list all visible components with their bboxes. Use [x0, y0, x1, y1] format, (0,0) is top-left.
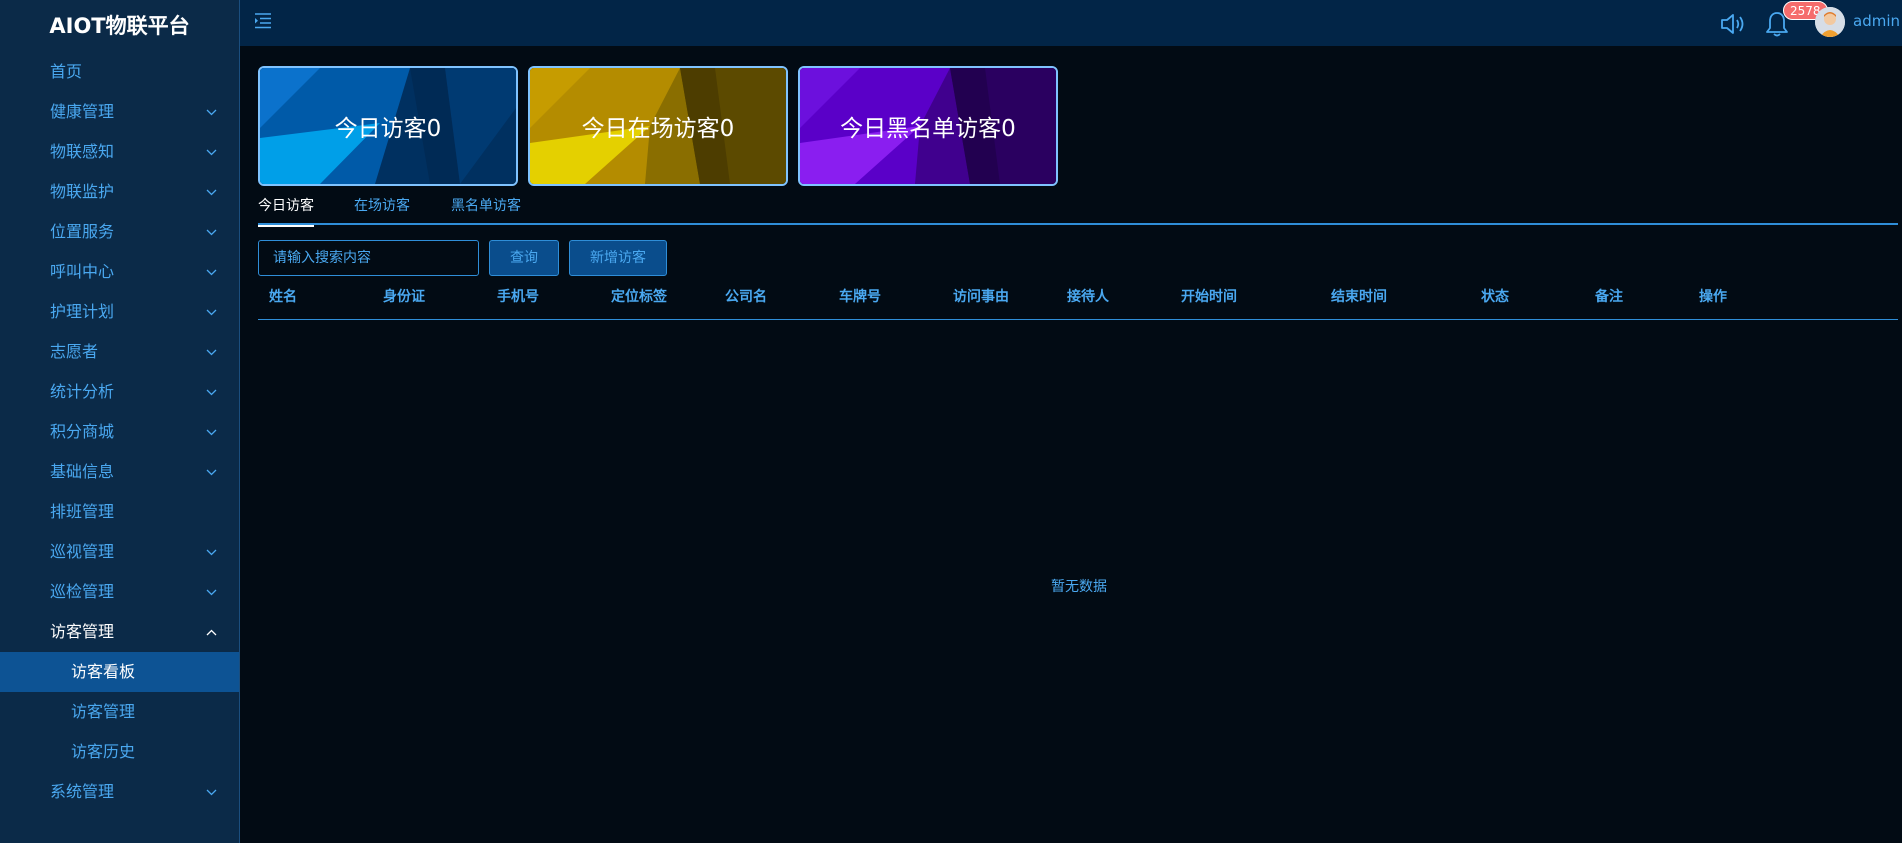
tab-blacklist-visitors[interactable]: 黑名单访客: [451, 194, 521, 225]
chevron-down-icon: [205, 452, 217, 492]
sidebar-item-label: 统计分析: [50, 382, 115, 401]
column-header: 访问事由: [953, 289, 1009, 305]
chevron-down-icon: [205, 92, 217, 132]
sidebar-item-points-mall[interactable]: 积分商城: [0, 412, 239, 452]
column-header: 手机号: [497, 289, 539, 305]
card-label: 今日在场访客0: [581, 116, 735, 142]
sidebar-item-scheduling[interactable]: 排班管理: [0, 492, 239, 532]
sidebar-item-rounds[interactable]: 巡视管理: [0, 532, 239, 572]
sidebar-item-statistics[interactable]: 统计分析: [0, 372, 239, 412]
chevron-down-icon: [205, 572, 217, 612]
sidebar-item-inspection[interactable]: 巡检管理: [0, 572, 239, 612]
column-header: 开始时间: [1181, 289, 1237, 305]
column-header: 公司名: [725, 289, 767, 305]
speaker-icon[interactable]: [1720, 12, 1746, 36]
top-header: 2578 admin: [240, 0, 1902, 46]
column-header: 定位标签: [611, 289, 667, 305]
visitor-tabs: 今日访客 在场访客 黑名单访客: [258, 194, 1898, 227]
chevron-down-icon: [205, 212, 217, 252]
column-header: 状态: [1481, 289, 1509, 305]
sidebar-item-iot-monitoring[interactable]: 物联监护: [0, 172, 239, 212]
column-header: 身份证: [383, 289, 425, 305]
sidebar-item-label: 呼叫中心: [50, 262, 115, 281]
card-label: 今日访客0: [334, 116, 442, 142]
column-header: 结束时间: [1331, 289, 1387, 305]
sidebar-item-label: 巡检管理: [50, 582, 115, 601]
sidebar-item-basic-info[interactable]: 基础信息: [0, 452, 239, 492]
empty-state-text: 暂无数据: [1051, 579, 1107, 595]
sidebar-subitem-label: 访客看板: [71, 662, 136, 681]
chevron-down-icon: [205, 252, 217, 292]
chevron-up-icon: [205, 612, 217, 652]
sidebar-item-label: 位置服务: [50, 222, 115, 241]
chevron-down-icon: [205, 532, 217, 572]
sidebar-item-label: 物联监护: [50, 182, 115, 201]
sidebar-item-location[interactable]: 位置服务: [0, 212, 239, 252]
sidebar-subitem-visitor-management[interactable]: 访客管理: [0, 692, 239, 732]
sidebar-item-label: 访客管理: [50, 622, 115, 641]
sidebar-item-call-center[interactable]: 呼叫中心: [0, 252, 239, 292]
avatar[interactable]: [1815, 7, 1845, 37]
sidebar-item-home[interactable]: 首页: [0, 52, 239, 92]
sidebar-item-label: 志愿者: [50, 342, 99, 361]
stat-card-blacklist-visitors: 今日黑名单访客0: [798, 66, 1058, 186]
sidebar-item-label: 健康管理: [50, 102, 115, 121]
chevron-down-icon: [205, 172, 217, 212]
sidebar-item-label: 排班管理: [50, 502, 115, 521]
username[interactable]: admin: [1853, 0, 1900, 42]
column-header: 车牌号: [839, 289, 881, 305]
sidebar-item-label: 护理计划: [50, 302, 115, 321]
table-header: 姓名 身份证 手机号 定位标签 公司名 车牌号 访问事由 接待人 开始时间 结束…: [258, 286, 1898, 320]
sidebar-subitem-visitor-history[interactable]: 访客历史: [0, 732, 239, 772]
sidebar-item-label: 基础信息: [50, 462, 115, 481]
chevron-down-icon: [205, 332, 217, 372]
add-visitor-button[interactable]: 新增访客: [569, 240, 667, 276]
sidebar-subitem-label: 访客管理: [71, 702, 136, 721]
stat-card-onsite-visitors: 今日在场访客0: [528, 66, 788, 186]
chevron-down-icon: [205, 132, 217, 172]
sidebar-item-label: 积分商城: [50, 422, 115, 441]
chevron-down-icon: [205, 292, 217, 332]
column-header: 操作: [1699, 289, 1727, 305]
stat-card-today-visitors: 今日访客0: [258, 66, 518, 186]
sidebar-item-visitor-management[interactable]: 访客管理: [0, 612, 239, 652]
sidebar-item-volunteers[interactable]: 志愿者: [0, 332, 239, 372]
column-header: 备注: [1595, 289, 1623, 305]
chevron-down-icon: [205, 412, 217, 452]
sidebar: AIOT物联平台 首页 健康管理 物联感知 物联监护 位置服务 呼叫中心 护理计…: [0, 0, 240, 843]
chevron-down-icon: [205, 372, 217, 412]
sidebar-item-label: 物联感知: [50, 142, 115, 161]
sidebar-item-iot-sensing[interactable]: 物联感知: [0, 132, 239, 172]
card-label: 今日黑名单访客0: [840, 116, 1016, 142]
sidebar-item-health[interactable]: 健康管理: [0, 92, 239, 132]
sidebar-item-care-plan[interactable]: 护理计划: [0, 292, 239, 332]
column-header: 姓名: [269, 289, 297, 305]
chevron-down-icon: [205, 772, 217, 812]
sidebar-subitem-visitor-dashboard[interactable]: 访客看板: [0, 652, 239, 692]
sidebar-item-label: 系统管理: [50, 782, 115, 801]
column-header: 接待人: [1067, 289, 1109, 305]
sidebar-item-system-management[interactable]: 系统管理: [0, 772, 239, 812]
sidebar-menu: 首页 健康管理 物联感知 物联监护 位置服务 呼叫中心 护理计划 志愿者 统计分…: [0, 52, 239, 812]
menu-collapse-icon[interactable]: [254, 11, 272, 29]
sidebar-item-label: 首页: [50, 62, 83, 81]
tab-onsite-visitors[interactable]: 在场访客: [354, 194, 410, 225]
query-button[interactable]: 查询: [489, 240, 559, 276]
sidebar-subitem-label: 访客历史: [71, 742, 136, 761]
search-input[interactable]: [258, 240, 479, 276]
tab-today-visitors[interactable]: 今日访客: [258, 194, 314, 227]
sidebar-item-label: 巡视管理: [50, 542, 115, 561]
brand-title: AIOT物联平台: [49, 14, 190, 38]
